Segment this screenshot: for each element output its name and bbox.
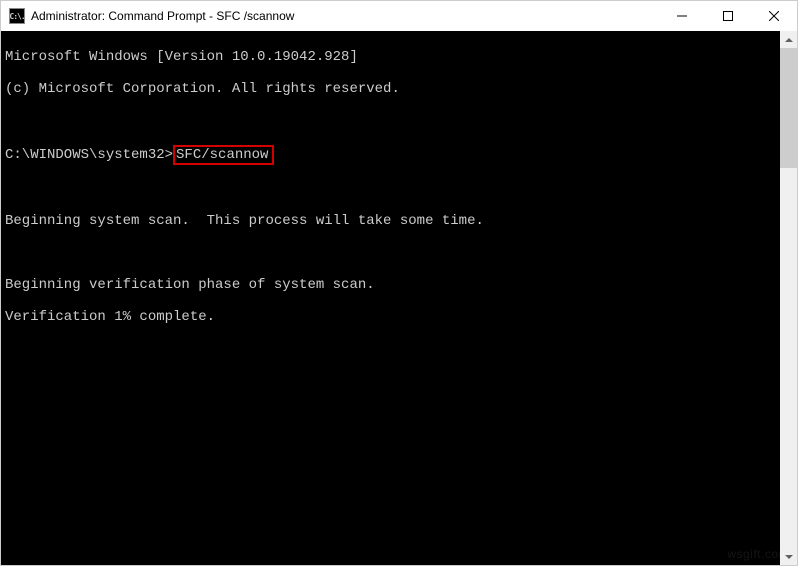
scroll-up-arrow-icon[interactable] bbox=[780, 31, 797, 48]
vertical-scrollbar[interactable] bbox=[780, 31, 797, 565]
output-blank bbox=[5, 181, 776, 197]
window-controls bbox=[659, 1, 797, 31]
prompt-line: C:\WINDOWS\system32>SFC/scannow bbox=[5, 145, 776, 165]
watermark-text: wsgift.com bbox=[727, 547, 789, 561]
titlebar[interactable]: C:\. Administrator: Command Prompt - SFC… bbox=[1, 1, 797, 31]
content-area: Microsoft Windows [Version 10.0.19042.92… bbox=[1, 31, 797, 565]
scroll-thumb[interactable] bbox=[780, 48, 797, 168]
minimize-button[interactable] bbox=[659, 1, 705, 31]
prompt-path: C:\WINDOWS\system32> bbox=[5, 147, 173, 163]
output-blank bbox=[5, 113, 776, 129]
output-line: (c) Microsoft Corporation. All rights re… bbox=[5, 81, 776, 97]
close-button[interactable] bbox=[751, 1, 797, 31]
output-line: Verification 1% complete. bbox=[5, 309, 776, 325]
output-blank bbox=[5, 245, 776, 261]
cmd-icon: C:\. bbox=[9, 8, 25, 24]
command-prompt-window: C:\. Administrator: Command Prompt - SFC… bbox=[0, 0, 798, 566]
output-line: Beginning verification phase of system s… bbox=[5, 277, 776, 293]
command-highlight-box: SFC/scannow bbox=[173, 145, 274, 165]
terminal-output[interactable]: Microsoft Windows [Version 10.0.19042.92… bbox=[1, 31, 780, 565]
window-title: Administrator: Command Prompt - SFC /sca… bbox=[31, 9, 659, 23]
command-text: SFC/scannow bbox=[176, 147, 268, 163]
output-line: Beginning system scan. This process will… bbox=[5, 213, 776, 229]
output-line: Microsoft Windows [Version 10.0.19042.92… bbox=[5, 49, 776, 65]
maximize-button[interactable] bbox=[705, 1, 751, 31]
